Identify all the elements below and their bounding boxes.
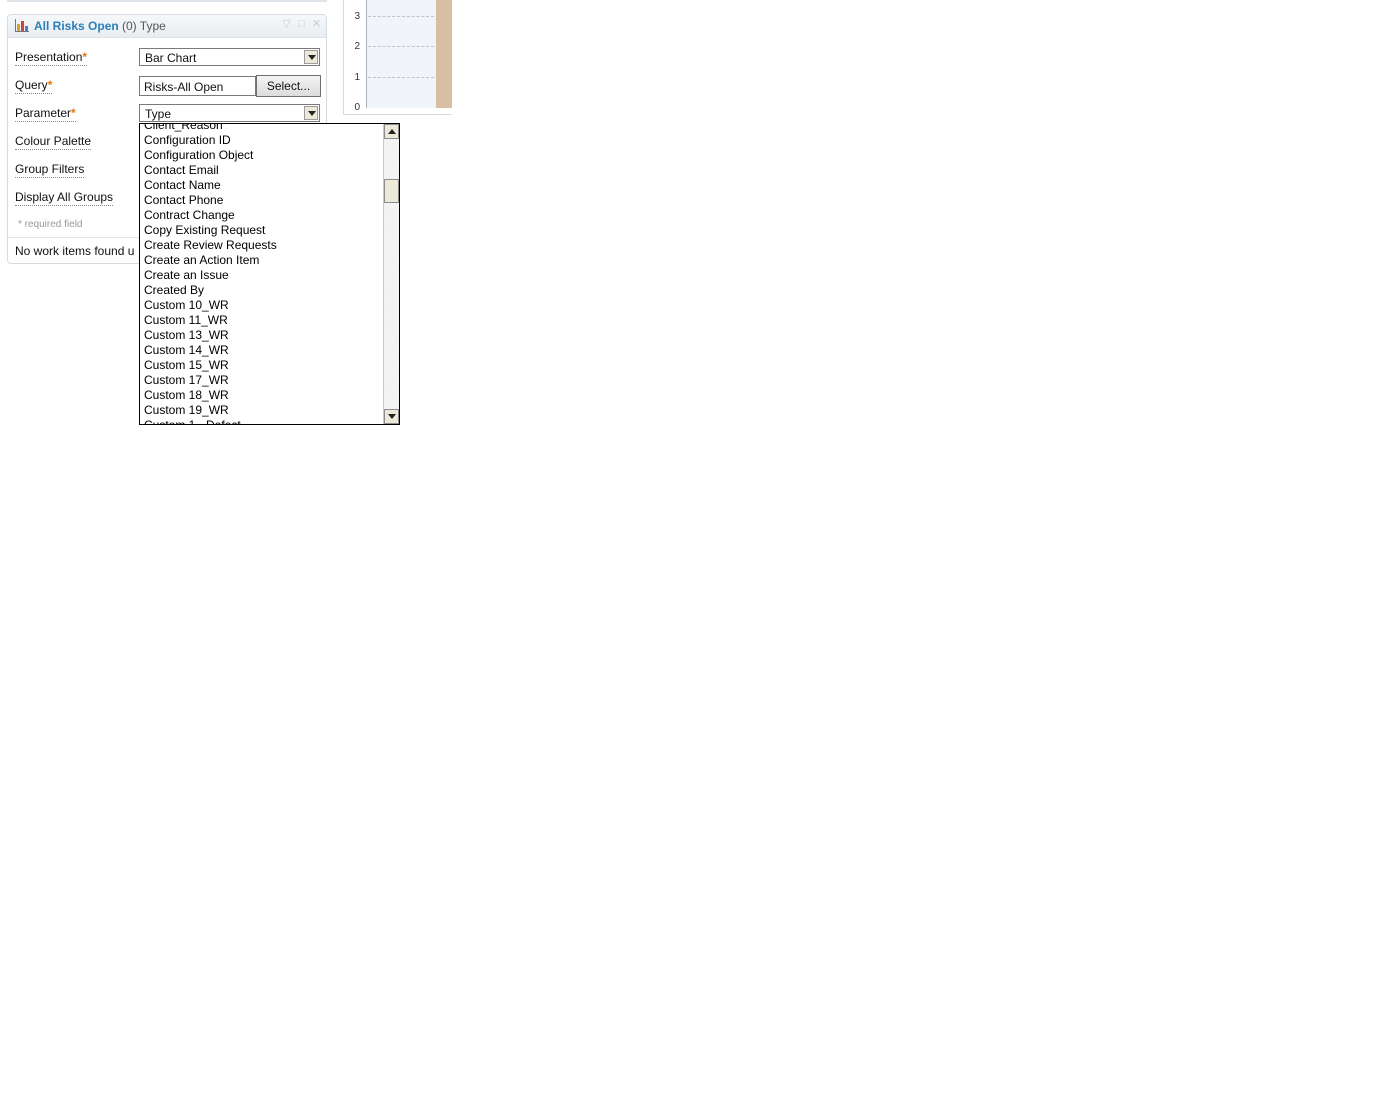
select-query-button[interactable]: Select... (256, 75, 321, 97)
scrollbar[interactable] (383, 124, 399, 424)
presentation-select[interactable]: Bar Chart (139, 48, 320, 66)
dropdown-option[interactable]: Contact Email (140, 163, 384, 178)
group-filters-label: Group Filters (15, 162, 85, 178)
option-list: Client_Reason Configuration ID Configurati… (140, 124, 384, 424)
required-marker: * (71, 106, 76, 120)
gridline (368, 16, 434, 17)
dropdown-option[interactable]: Custom 10_WR (140, 298, 384, 313)
dropdown-option[interactable]: Custom 15_WR (140, 358, 384, 373)
dropdown-option[interactable]: Create an Issue (140, 268, 384, 283)
query-value: Risks-All Open (144, 80, 224, 94)
dropdown-option[interactable]: Contract Change (140, 208, 384, 223)
parameter-label: Parameter* (15, 106, 76, 122)
gridline (368, 46, 434, 47)
chevron-down-icon[interactable] (304, 106, 318, 120)
parameter-value: Type (145, 107, 172, 121)
query-label: Query* (15, 78, 53, 94)
dropdown-option[interactable]: Custom 18_WR (140, 388, 384, 403)
dropdown-option[interactable]: Custom 11_WR (140, 313, 384, 328)
scroll-up-icon[interactable] (384, 124, 399, 139)
bar-chart-icon (15, 19, 29, 32)
parameter-select[interactable]: Type (139, 104, 320, 122)
scroll-down-icon[interactable] (384, 409, 399, 424)
colour-palette-label: Colour Palette (15, 134, 92, 150)
dropdown-option[interactable]: Client_Reason (140, 124, 384, 133)
dropdown-option[interactable]: Configuration ID (140, 133, 384, 148)
dropdown-option[interactable]: Custom 14_WR (140, 343, 384, 358)
scroll-thumb[interactable] (384, 179, 399, 203)
widget-header: All Risks Open (0) Type ▽ □ ✕ (8, 15, 326, 38)
close-icon[interactable]: ✕ (311, 19, 322, 30)
display-all-groups-label: Display All Groups (15, 190, 114, 206)
dropdown-option[interactable]: Create an Action Item (140, 253, 384, 268)
chart-bar (436, 0, 452, 108)
y-tick-label: 1 (354, 72, 360, 83)
presentation-label: Presentation* (15, 50, 88, 66)
dropdown-option[interactable]: Custom 1 - Defect (140, 418, 384, 424)
dropdown-option[interactable]: Configuration Object (140, 148, 384, 163)
gridline (368, 77, 434, 78)
dropdown-option[interactable]: Contact Name (140, 178, 384, 193)
dropdown-option[interactable]: Custom 13_WR (140, 328, 384, 343)
dropdown-option[interactable]: Custom 19_WR (140, 403, 384, 418)
y-tick-label: 3 (354, 11, 360, 22)
dropdown-option[interactable]: Custom 17_WR (140, 373, 384, 388)
query-input[interactable]: Risks-All Open (139, 76, 256, 96)
parameter-dropdown-list[interactable]: Client_Reason Configuration ID Configurati… (139, 123, 400, 425)
no-items-message: No work items found u (15, 244, 135, 258)
panel-divider (7, 0, 327, 2)
dropdown-option[interactable]: Copy Existing Request (140, 223, 384, 238)
required-field-note: * required field (18, 219, 83, 230)
required-marker: * (82, 50, 88, 64)
presentation-value: Bar Chart (145, 51, 197, 65)
chevron-down-icon[interactable] (304, 50, 318, 64)
dropdown-option[interactable]: Created By (140, 283, 384, 298)
maximize-icon[interactable]: □ (296, 19, 307, 30)
widget-title: All Risks Open (34, 19, 119, 33)
dropdown-option[interactable]: Create Review Requests (140, 238, 384, 253)
filter-icon[interactable]: ▽ (281, 19, 292, 30)
widget-subtitle: (0) Type (122, 19, 166, 33)
header-controls: ▽ □ ✕ (281, 19, 322, 33)
required-marker: * (47, 78, 53, 92)
y-tick-label: 0 (354, 102, 360, 113)
dropdown-option[interactable]: Contact Phone (140, 193, 384, 208)
y-tick-label: 2 (354, 41, 360, 52)
